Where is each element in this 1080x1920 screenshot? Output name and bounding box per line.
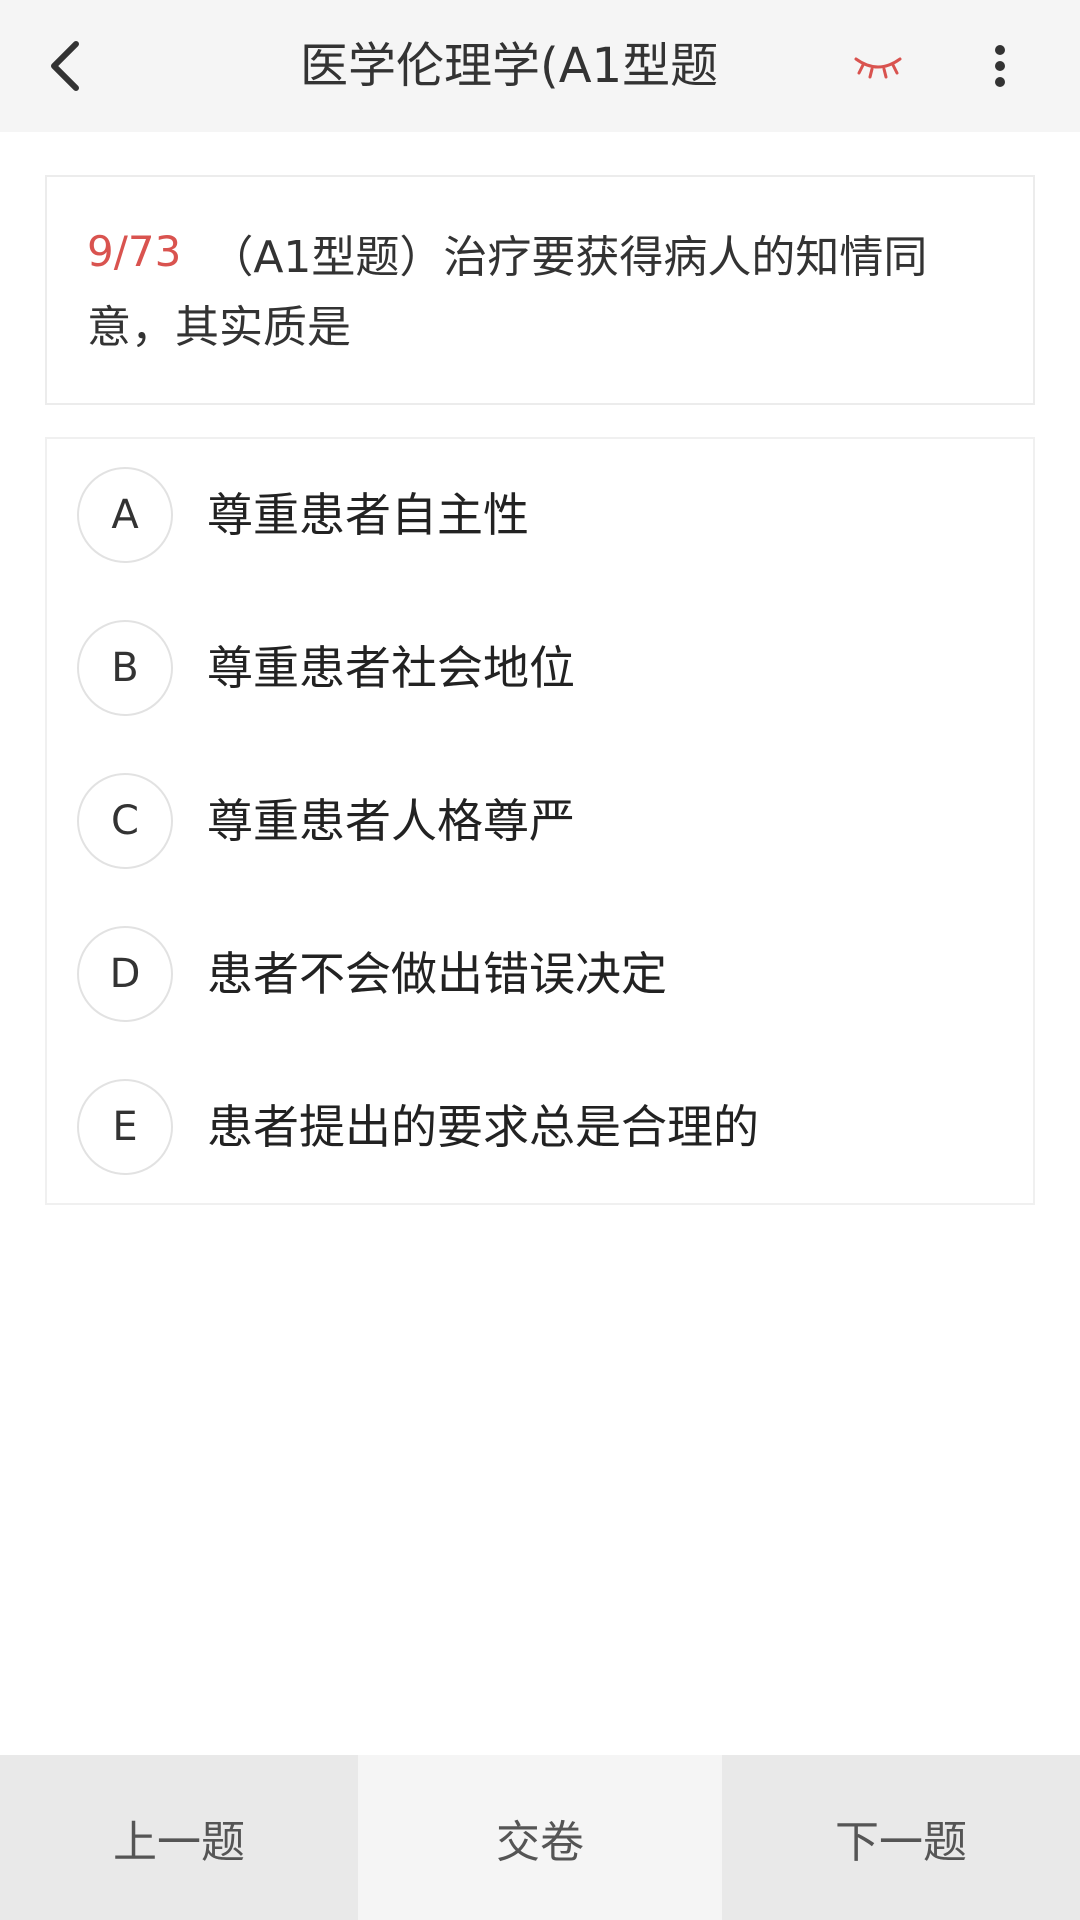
question-number: 9/73	[87, 227, 182, 276]
option-text: 患者提出的要求总是合理的	[207, 1100, 759, 1154]
closed-eye-icon	[854, 57, 902, 79]
next-question-button[interactable]: 下一题	[722, 1755, 1080, 1920]
option-letter: D	[77, 926, 173, 1022]
option-b[interactable]: B 尊重患者社会地位	[47, 604, 1033, 734]
page-title: 医学伦理学(A1型题	[300, 38, 719, 94]
back-button[interactable]	[30, 30, 102, 102]
option-c[interactable]: C 尊重患者人格尊严	[47, 757, 1033, 887]
question-text: （A1型题）治疗要获得病人的知情同意，其实质是	[87, 232, 928, 353]
option-letter: B	[77, 620, 173, 716]
bottom-navigation: 上一题 交卷 下一题	[0, 1755, 1080, 1920]
app-header: 医学伦理学(A1型题	[0, 0, 1080, 132]
previous-question-button[interactable]: 上一题	[0, 1755, 358, 1920]
submit-exam-button[interactable]: 交卷	[358, 1755, 722, 1920]
more-options-button[interactable]	[970, 36, 1030, 96]
option-text: 尊重患者人格尊严	[207, 794, 575, 848]
more-vertical-icon	[995, 45, 1005, 87]
option-text: 尊重患者社会地位	[207, 641, 575, 695]
option-e[interactable]: E 患者提出的要求总是合理的	[47, 1063, 1033, 1193]
option-d[interactable]: D 患者不会做出错误决定	[47, 910, 1033, 1040]
hide-answer-button[interactable]	[848, 44, 908, 88]
option-letter: E	[77, 1079, 173, 1175]
option-a[interactable]: A 尊重患者自主性	[47, 451, 1033, 581]
question-card: 9/73 （A1型题）治疗要获得病人的知情同意，其实质是	[45, 175, 1035, 405]
option-text: 患者不会做出错误决定	[207, 947, 667, 1001]
option-letter: C	[77, 773, 173, 869]
option-text: 尊重患者自主性	[207, 488, 529, 542]
question-stem: 9/73 （A1型题）治疗要获得病人的知情同意，其实质是	[87, 217, 1007, 363]
options-list: A 尊重患者自主性 B 尊重患者社会地位 C 尊重患者人格尊严 D 患者不会做出…	[45, 437, 1035, 1205]
chevron-left-icon	[51, 41, 79, 91]
option-letter: A	[77, 467, 173, 563]
